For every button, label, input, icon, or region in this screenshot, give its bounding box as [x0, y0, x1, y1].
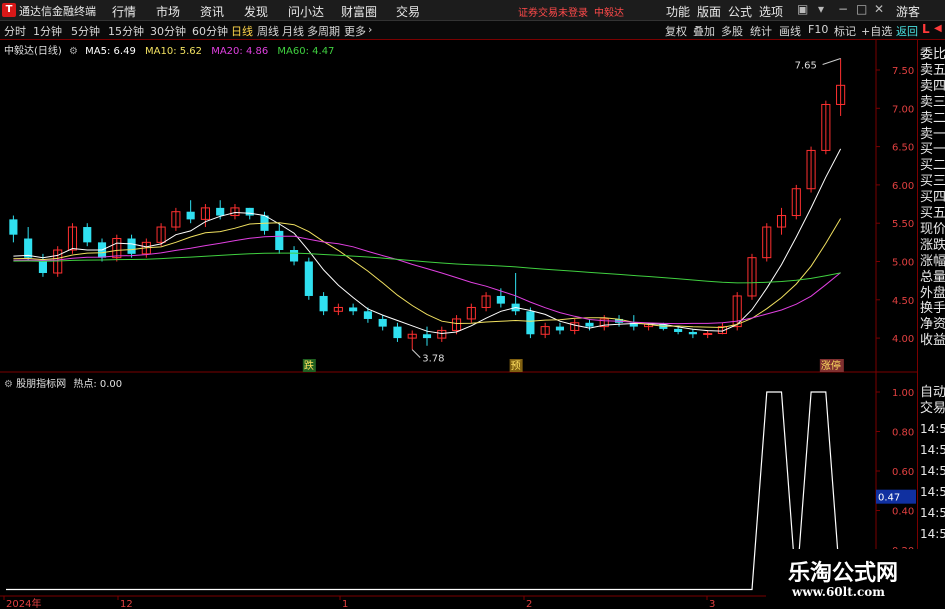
candle-body-down [674, 328, 683, 332]
quote-label: 换手 [920, 301, 945, 317]
candle-body-down [186, 211, 195, 220]
quote-label: 委比 [920, 47, 945, 62]
candle-body-down [245, 207, 254, 216]
price-tick-label: 4.50 [892, 296, 914, 307]
candle-body-down [289, 250, 299, 262]
date-tick-label: 12 [120, 599, 133, 609]
tick-time: 14:56 [920, 422, 945, 436]
quote-label: 买一 [920, 142, 945, 158]
ma60-label: MA60: 4.47 [277, 46, 335, 57]
tick-time: 14:56 [920, 485, 945, 499]
quote-label: 买三 [920, 174, 945, 190]
price-tick-label: 6.00 [892, 181, 914, 192]
quote-column: 委比 卖五 卖四 卖三 卖二 卖一 买一 买二 买三 买四 买五 现价 涨跌 涨幅 总量 外盘 换手 净资 收益自动… [917, 40, 945, 609]
date-tick-label: 2024年 [6, 597, 41, 609]
price-tick-label: 7.00 [892, 104, 914, 115]
low-pointer [411, 349, 421, 358]
candle-body-down [496, 295, 505, 304]
candle-body-down [38, 261, 47, 273]
candle-body-down [363, 311, 372, 319]
candle-body-down [378, 318, 387, 327]
candle-body-down [349, 307, 358, 312]
price-tick-label: 7.50 [892, 66, 914, 77]
quote-label: 卖一 [920, 126, 945, 142]
candle-body-down [319, 295, 328, 312]
date-tick-label: 2 [526, 599, 532, 609]
candle-body-down [275, 230, 284, 251]
high-pointer [822, 58, 841, 65]
price-tick-label: 5.00 [892, 258, 914, 269]
signal-marker: 涨停 [821, 359, 841, 372]
auto-trade-label[interactable]: 交易 [920, 401, 945, 416]
sub-current-value: 0.47 [878, 493, 900, 504]
candle-body-down [526, 311, 535, 335]
settings-icon[interactable]: ⚙ [69, 46, 78, 57]
candle-body-down [24, 238, 33, 258]
ma5-label: MA5: 6.49 [85, 46, 136, 57]
chart-title: 中毅达(日线) [4, 46, 62, 57]
candle-body-down [216, 207, 225, 216]
tick-time: 14:56 [920, 506, 945, 520]
auto-trade-label[interactable]: 自动 [920, 385, 945, 400]
price-tick-label: 5.50 [892, 219, 914, 230]
price-tick-label: 4.00 [892, 334, 914, 345]
quote-label: 买五 [920, 206, 945, 221]
signal-marker: 跌 [304, 359, 314, 372]
ma-line-ma10 [13, 218, 842, 329]
sub-chart-value: 热点: 0.00 [73, 379, 123, 390]
quote-label: 卖四 [920, 78, 945, 94]
quote-label: 收益 [920, 333, 945, 349]
sub-tick-label: 0.80 [892, 428, 914, 439]
sub-tick-label: 0.40 [892, 507, 914, 518]
sub-tick-label: 0.60 [892, 467, 914, 478]
high-label: 7.65 [795, 61, 817, 72]
ma-line-ma60 [13, 252, 841, 284]
signal-marker: 预 [511, 360, 521, 372]
quote-label: 现价 [920, 221, 945, 237]
watermark-url: www.60lt.com [792, 585, 885, 599]
indicator-line [6, 391, 842, 591]
quote-label: 外盘 [920, 285, 945, 301]
date-tick-label: 1 [342, 599, 348, 609]
ma20-label: MA20: 4.86 [211, 46, 269, 57]
quote-label: 涨跌 [920, 237, 945, 253]
sub-tick-label: 1.00 [892, 388, 914, 399]
kline-chart[interactable]: 7.50 7.00 6.50 6.00 5.50 5.00 4.50 4.00 7.65 3.78… [0, 0, 945, 609]
candle-body-down [585, 322, 594, 327]
main-chart-info: 中毅达(日线) ⚙ MA5: 6.49 MA10: 5.62 MA20: 4.8… [4, 42, 334, 57]
candle-body-down [9, 219, 18, 235]
candle-body-down [393, 326, 402, 339]
candle-body-down [127, 238, 136, 254]
quote-label: 买四 [920, 190, 945, 206]
collapse-arrow-icon[interactable]: ◀ [934, 23, 942, 34]
quote-label: 净资 [920, 317, 945, 333]
candle-body-down [422, 334, 432, 339]
low-label: 3.78 [422, 354, 444, 365]
sub-chart-title: 股朋指标网 [16, 379, 67, 390]
watermark-title: 乐淘公式网 [788, 561, 899, 586]
tick-time: 14:56 [920, 443, 945, 457]
candle-body-down [304, 261, 313, 296]
candle-body-down [688, 331, 697, 335]
ma-line-ma5 [13, 148, 842, 335]
ma10-label: MA10: 5.62 [145, 46, 203, 57]
sub-chart-info: ⚙ 股朋指标网 热点: 0.00 [4, 375, 122, 390]
quote-label: 买二 [920, 158, 945, 174]
quote-label: 卖二 [920, 110, 945, 126]
candle-body-down [83, 227, 92, 243]
date-tick-label: 3 [709, 599, 715, 609]
candle-body-up [703, 333, 713, 336]
quote-label: 卖五 [920, 62, 945, 78]
price-tick-label: 6.50 [892, 143, 914, 154]
quote-label: 卖三 [920, 94, 945, 110]
side-tab[interactable]: L [922, 22, 930, 36]
tick-time: 14:56 [920, 464, 945, 478]
sub-settings-icon[interactable]: ⚙ [4, 379, 13, 390]
quote-label: 涨幅 [920, 253, 945, 269]
candle-body-down [555, 326, 565, 331]
quote-label: 总量 [920, 269, 945, 285]
tick-time: 14:56 [920, 527, 945, 541]
